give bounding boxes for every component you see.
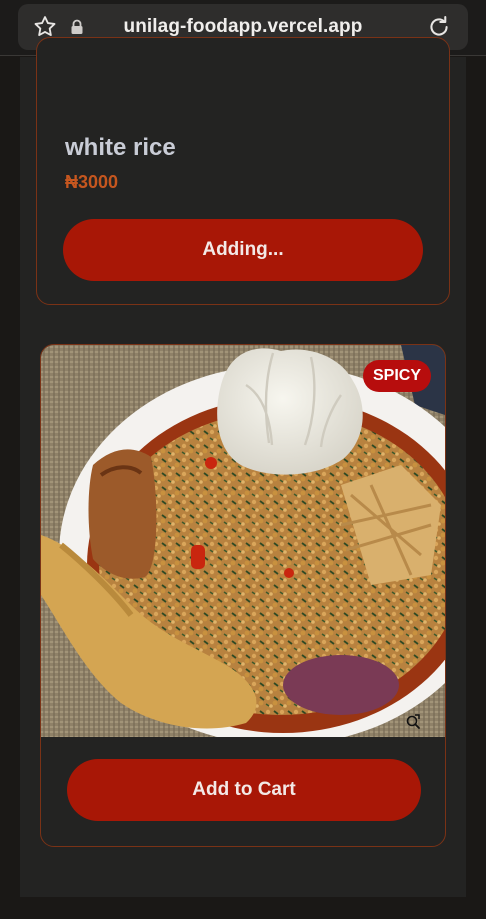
spicy-badge: SPICY (362, 360, 431, 392)
url-text[interactable]: unilag-foodapp.vercel.app (18, 16, 468, 38)
food-image[interactable]: SPICY (41, 345, 445, 737)
adding-button[interactable]: Adding... (63, 219, 423, 281)
food-card-white-rice: white rice ₦3000 Adding... (36, 37, 450, 305)
item-name: white rice (65, 134, 176, 161)
page-content: white rice ₦3000 Adding... SPICY Add to … (20, 37, 466, 897)
zoom-icon[interactable] (405, 713, 421, 729)
add-to-cart-button[interactable]: Add to Cart (67, 759, 421, 821)
bottom-edge (0, 897, 486, 919)
item-price: ₦3000 (65, 172, 119, 192)
food-card-egusi: SPICY Add to Cart (40, 344, 446, 847)
